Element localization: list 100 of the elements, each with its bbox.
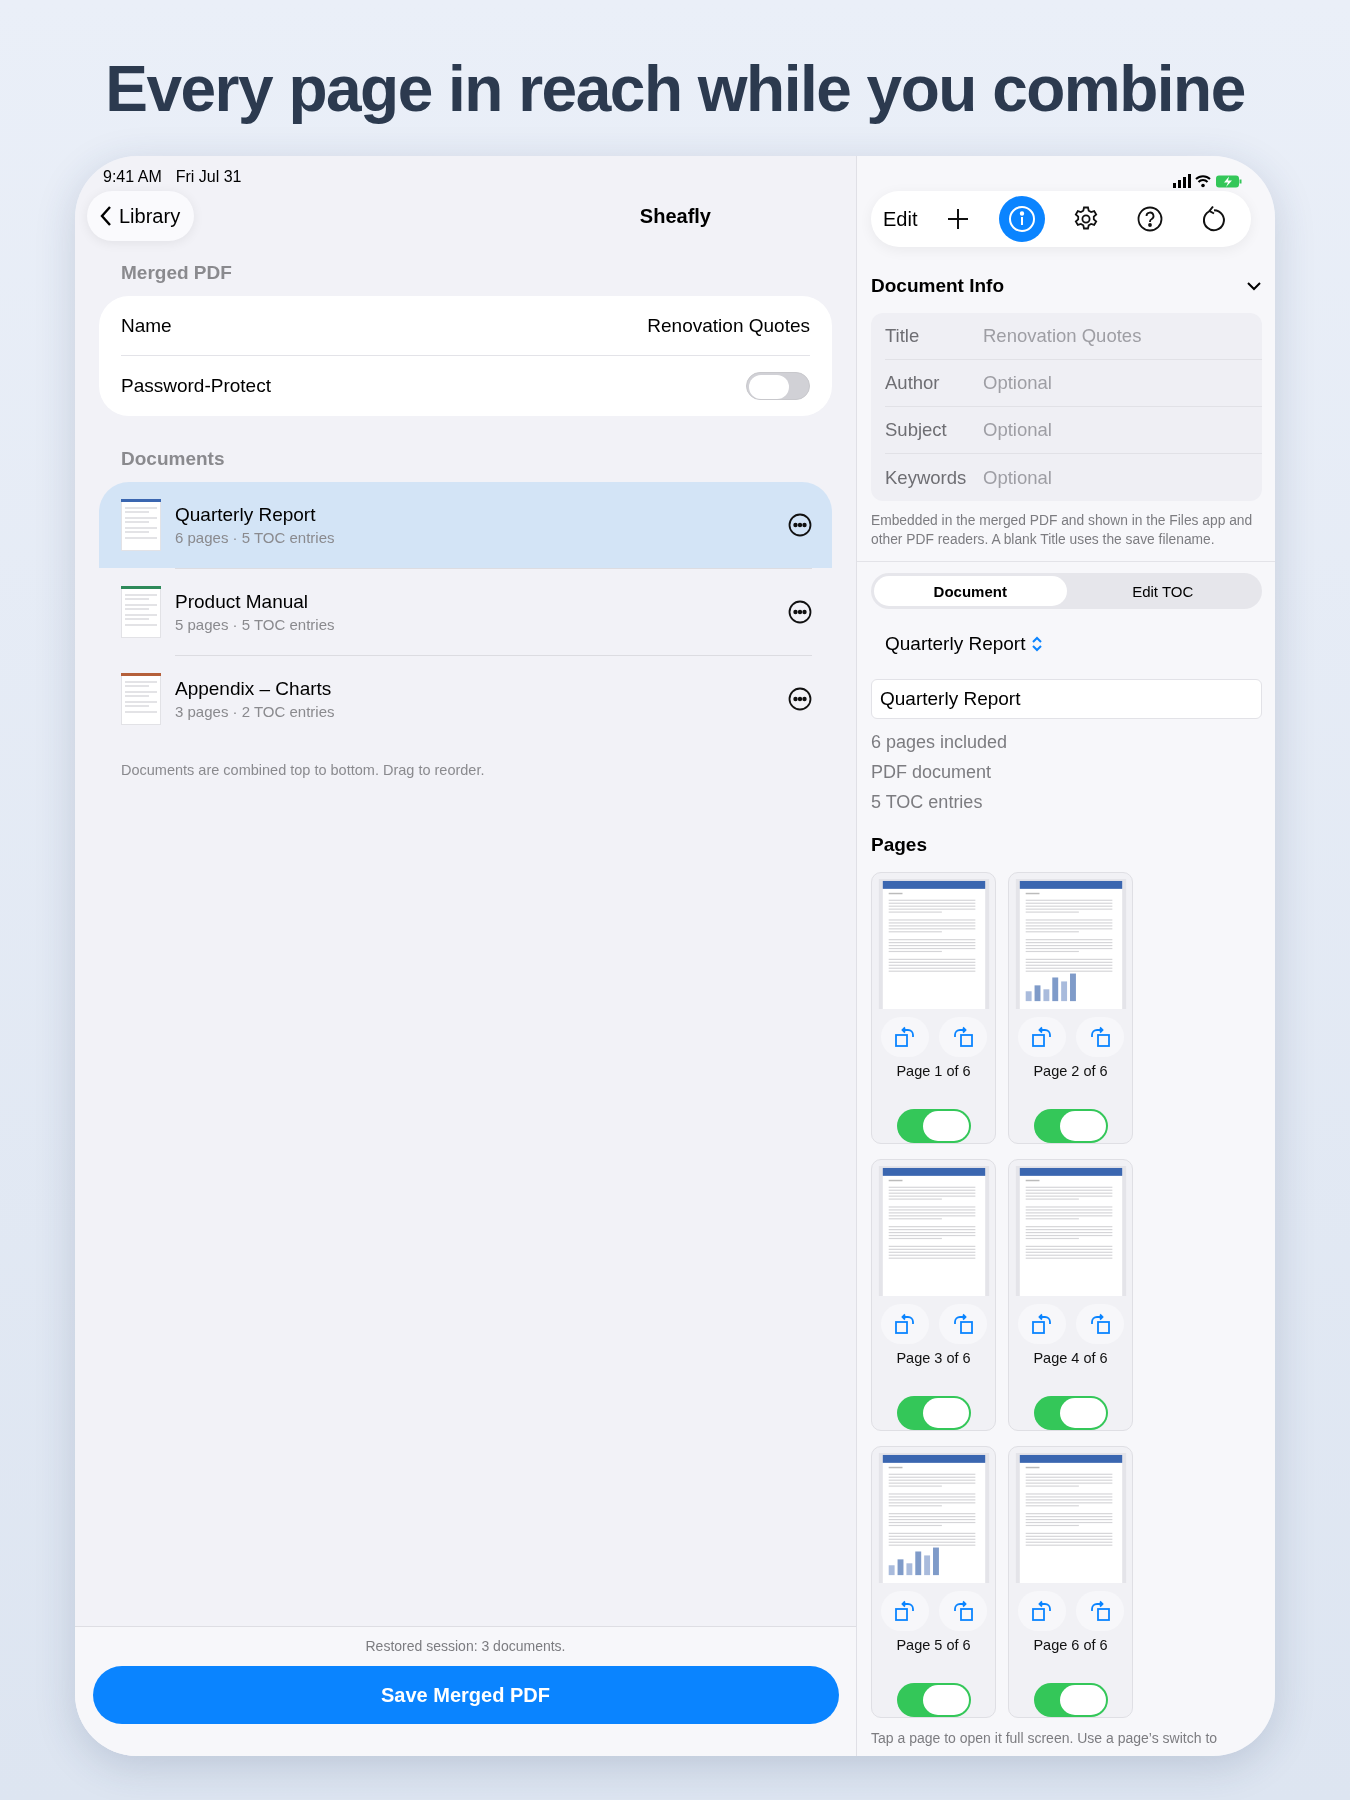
- back-chevron-icon: [99, 205, 113, 227]
- detail-text: 5 TOC entries: [871, 791, 984, 814]
- page-thumbnail[interactable]: [877, 1453, 990, 1583]
- document-thumbnail: [121, 499, 161, 551]
- input-field[interactable]: Optional: [983, 466, 1262, 489]
- document-row[interactable]: Appendix – Charts 3 pages · 2 TOC entries: [99, 656, 832, 742]
- document-thumbnail: [121, 673, 161, 725]
- more-icon[interactable]: [788, 687, 812, 711]
- document-row[interactable]: Quarterly Report 6 pages · 5 TOC entries: [99, 482, 832, 568]
- detail-text: PDF document: [871, 761, 993, 784]
- rotate-right-icon: [951, 1026, 974, 1048]
- document-thumbnail: [121, 586, 161, 638]
- section-header: Merged PDF: [120, 262, 233, 284]
- page-thumbnail[interactable]: [877, 879, 990, 1009]
- document-title: Appendix – Charts: [175, 678, 333, 700]
- rotate-left-button[interactable]: [880, 1304, 929, 1344]
- field-label: Subject: [885, 419, 948, 441]
- segment-tab[interactable]: Edit TOC: [1066, 576, 1259, 606]
- edit-button[interactable]: Edit: [883, 207, 918, 231]
- section-title: Document Info: [871, 275, 1004, 297]
- rotate-left-icon: [1030, 1026, 1053, 1048]
- rotate-right-button[interactable]: [1075, 1591, 1124, 1631]
- rotate-right-icon: [1088, 1026, 1111, 1048]
- info-icon: [1008, 205, 1037, 233]
- rotate-left-icon: [1030, 1600, 1053, 1622]
- section-title: Pages: [871, 834, 928, 857]
- page-label: Page 1 of 6: [896, 1063, 971, 1079]
- document-picker[interactable]: Quarterly Report: [885, 631, 1044, 657]
- page-label: Page 6 of 6: [1033, 1637, 1108, 1653]
- rotate-right-icon: [1088, 1600, 1111, 1622]
- updown-chevron-icon: [1031, 635, 1044, 653]
- more-icon[interactable]: [788, 513, 812, 537]
- rotate-left-icon: [893, 1313, 916, 1335]
- document-title: Product Manual: [175, 591, 310, 613]
- rotate-right-button[interactable]: [938, 1591, 987, 1631]
- page-toggle[interactable]: [896, 1683, 971, 1717]
- rotate-left-button[interactable]: [880, 1017, 929, 1057]
- document-meta: 6 pages · 5 TOC entries: [175, 529, 336, 546]
- page-label: Page 2 of 6: [1033, 1063, 1108, 1079]
- page-thumbnail[interactable]: [877, 1166, 990, 1296]
- page-toggle[interactable]: [1033, 1396, 1108, 1430]
- page-label: Page 3 of 6: [896, 1350, 971, 1366]
- page-label: Page 5 of 6: [896, 1637, 971, 1653]
- rotate-left-icon: [893, 1600, 916, 1622]
- rotate-right-button[interactable]: [938, 1017, 987, 1057]
- save-button[interactable]: Save Merged PDF: [92, 1666, 839, 1724]
- segment-tab[interactable]: Document: [874, 576, 1067, 606]
- page-thumbnail[interactable]: [1014, 1166, 1127, 1296]
- name-value[interactable]: Renovation Quotes: [647, 314, 810, 337]
- info-note: Embedded in the merged PDF and shown in the Files app and other PDF readers. A blank Title uses the save filename.: [871, 512, 1254, 549]
- field-label: Title: [885, 325, 921, 347]
- session-status: Restored session: 3 documents.: [365, 1638, 566, 1654]
- signal-icon: [1173, 173, 1191, 188]
- page-label: Page 4 of 6: [1033, 1350, 1108, 1366]
- nav-title: Sheafly: [639, 204, 711, 228]
- detail-text: 6 pages included: [871, 731, 1009, 754]
- battery-icon: [1216, 175, 1242, 188]
- wifi-icon: [1195, 174, 1211, 188]
- section-header: Documents: [120, 448, 226, 470]
- document-meta: 5 pages · 5 TOC entries: [175, 616, 336, 633]
- page-toggle[interactable]: [1033, 1683, 1108, 1717]
- reset-icon: [1200, 205, 1228, 233]
- rotate-left-button[interactable]: [1017, 1017, 1066, 1057]
- document-title: Quarterly Report: [175, 504, 317, 526]
- input-field[interactable]: Optional: [983, 419, 1262, 441]
- rotate-right-icon: [951, 1313, 974, 1335]
- rotate-left-button[interactable]: [880, 1591, 929, 1631]
- rotate-right-button[interactable]: [938, 1304, 987, 1344]
- document-name-field[interactable]: Quarterly Report: [871, 679, 1262, 719]
- page-thumbnail[interactable]: [1014, 879, 1127, 1009]
- rotate-left-icon: [1030, 1313, 1053, 1335]
- page-toggle[interactable]: [896, 1109, 971, 1143]
- field-label: Name: [121, 314, 172, 337]
- help-icon: [1136, 205, 1165, 233]
- status-date: Fri Jul 31: [175, 168, 242, 187]
- more-icon[interactable]: [788, 600, 812, 624]
- plus-icon: [946, 207, 971, 231]
- password-toggle[interactable]: [746, 372, 810, 400]
- field-label: Password-Protect: [121, 375, 271, 397]
- field-label: Author: [885, 372, 941, 394]
- rotate-right-icon: [1088, 1313, 1111, 1335]
- rotate-right-button[interactable]: [1075, 1304, 1124, 1344]
- chevron-icon[interactable]: [1246, 281, 1262, 291]
- headline: Every page in reach while you combine: [105, 52, 1245, 126]
- input-field[interactable]: Renovation Quotes: [983, 325, 1262, 347]
- status-time: 9:41 AM: [103, 168, 162, 187]
- input-field[interactable]: Optional: [983, 372, 1262, 394]
- back-button[interactable]: Library: [87, 191, 195, 241]
- rotate-left-icon: [893, 1026, 916, 1048]
- page-toggle[interactable]: [1033, 1109, 1108, 1143]
- rotate-left-button[interactable]: [1017, 1304, 1066, 1344]
- documents-footnote: Documents are combined top to bottom. Drag to reorder.: [120, 762, 486, 778]
- document-row[interactable]: Product Manual 5 pages · 5 TOC entries: [99, 569, 832, 655]
- pages-footnote: Tap a page to open it full screen. Use a page’s switch to: [871, 1730, 1219, 1746]
- field-label: Keywords: [885, 466, 968, 489]
- rotate-left-button[interactable]: [1017, 1591, 1066, 1631]
- page-toggle[interactable]: [896, 1396, 971, 1430]
- page-thumbnail[interactable]: [1014, 1453, 1127, 1583]
- document-meta: 3 pages · 2 TOC entries: [175, 703, 336, 720]
- rotate-right-button[interactable]: [1075, 1017, 1124, 1057]
